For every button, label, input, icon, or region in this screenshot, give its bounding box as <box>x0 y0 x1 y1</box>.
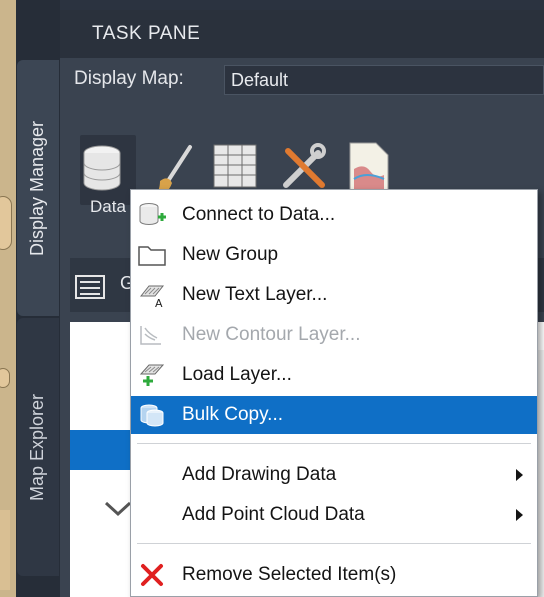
menu-item-add-point-cloud-data[interactable]: Add Point Cloud Data <box>131 496 537 534</box>
menu-item-add-drawing-data[interactable]: Add Drawing Data <box>131 456 537 494</box>
menu-item-label: Load Layer... <box>182 364 292 385</box>
folder-icon <box>138 246 166 266</box>
data-button-label: Data <box>90 197 126 216</box>
tab-map-explorer-label: Map Explorer <box>27 393 48 501</box>
contour-layer-icon <box>140 326 161 345</box>
database-icon <box>83 145 121 191</box>
task-pane-title: TASK PANE <box>60 10 544 58</box>
bulk-copy-icon <box>140 404 164 427</box>
table-icon <box>213 144 257 188</box>
menu-item-label: Add Drawing Data <box>182 464 337 485</box>
drawing-shape <box>0 368 10 388</box>
menu-item-bulk-copy[interactable]: Bulk Copy... <box>131 396 537 434</box>
drawing-shape <box>0 510 10 590</box>
display-map-label: Display Map: <box>74 68 184 89</box>
menu-item-label: Bulk Copy... <box>182 404 284 425</box>
connect-data-icon <box>139 203 166 225</box>
menu-item-label: New Contour Layer... <box>182 324 361 345</box>
menu-separator <box>137 443 531 444</box>
load-layer-icon <box>139 364 165 386</box>
drawing-shape <box>0 196 12 250</box>
remove-red-x-icon <box>141 564 163 586</box>
submenu-arrow-icon <box>516 469 523 481</box>
menu-separator <box>137 543 531 544</box>
menu-item-new-text-layer[interactable]: A New Text Layer... <box>131 276 537 314</box>
submenu-arrow-icon <box>516 509 523 521</box>
chevron-down-icon[interactable] <box>104 500 132 518</box>
menu-item-new-group[interactable]: New Group <box>131 236 537 274</box>
menu-item-new-contour-layer[interactable]: New Contour Layer... <box>131 316 537 354</box>
text-layer-icon: A <box>139 285 165 308</box>
tab-map-explorer[interactable]: Map Explorer <box>17 318 59 576</box>
drawing-canvas-edge <box>0 0 16 597</box>
map-document-icon <box>349 142 389 194</box>
tools-icon <box>283 143 326 188</box>
menu-item-label: New Text Layer... <box>182 284 328 305</box>
menu-item-label: Add Point Cloud Data <box>182 504 365 525</box>
menu-item-label: New Group <box>182 244 279 265</box>
tab-display-manager-label: Display Manager <box>27 120 48 256</box>
display-map-select[interactable]: Default <box>224 65 544 95</box>
menu-item-remove-selected[interactable]: Remove Selected Item(s) <box>131 556 537 594</box>
data-context-menu: Connect to Data... New Group A New Text … <box>130 189 538 597</box>
layers-icon <box>75 275 105 299</box>
menu-item-label: Remove Selected Item(s) <box>182 564 397 585</box>
menu-item-connect-to-data[interactable]: Connect to Data... <box>131 196 537 234</box>
data-button[interactable]: Data <box>80 135 136 216</box>
svg-text:A: A <box>155 297 163 308</box>
menu-item-load-layer[interactable]: Load Layer... <box>131 356 537 394</box>
menu-item-label: Connect to Data... <box>182 204 336 225</box>
task-pane-tab-strip: Display Manager Map Explorer <box>16 0 60 597</box>
tab-display-manager[interactable]: Display Manager <box>17 60 59 316</box>
